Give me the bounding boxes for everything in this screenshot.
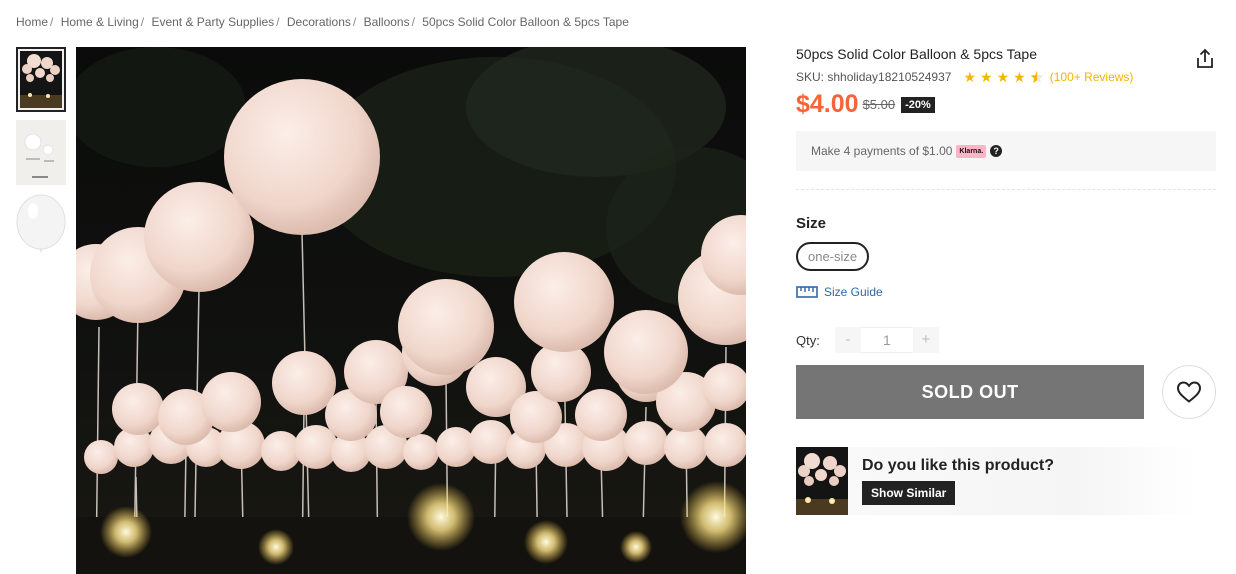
reviews-link[interactable]: (100+ Reviews) — [1050, 70, 1134, 84]
sku-rating-row: SKU: shholiday18210524937 ★ ★ ★ ★ (100+ … — [796, 70, 1216, 84]
rating-stars[interactable]: ★ ★ ★ ★ — [963, 69, 1044, 85]
product-title: 50pcs Solid Color Balloon & 5pcs Tape — [796, 46, 1038, 62]
balloons-photo — [76, 47, 746, 574]
like-thumbnail-image — [796, 447, 848, 515]
star-icon: ★ — [963, 69, 977, 85]
sale-price: $4.00 — [796, 90, 859, 118]
star-icon: ★ — [1013, 69, 1026, 85]
like-question: Do you like this product? — [862, 457, 1055, 474]
size-label: Size — [796, 215, 827, 232]
klarna-logo: Klarna. — [956, 144, 987, 158]
breadcrumb-home[interactable]: Home — [16, 15, 48, 29]
wishlist-button[interactable] — [1162, 365, 1216, 419]
quantity-input[interactable] — [860, 327, 913, 353]
size-guide-label: Size Guide — [824, 285, 883, 299]
breadcrumb-event-party[interactable]: Event & Party Supplies — [151, 15, 274, 29]
installments-box: Make 4 payments of $1.00 Klarna. ? — [796, 131, 1216, 171]
breadcrumb-separator: / — [352, 15, 357, 29]
half-star-icon — [1030, 70, 1044, 83]
thumbnail-2[interactable] — [16, 120, 66, 185]
main-product-image[interactable] — [76, 47, 746, 574]
thumbnail-balloon-info-image — [16, 120, 66, 185]
share-icon — [1197, 48, 1213, 68]
price-row: $4.00 $5.00 -20% — [796, 90, 1216, 119]
thumbnail-list — [16, 47, 66, 266]
quantity-stepper: - + — [834, 327, 939, 353]
breadcrumb-balloons[interactable]: Balloons — [364, 15, 410, 29]
divider — [796, 189, 1216, 190]
thumbnail-balloons-image — [20, 51, 62, 108]
star-icon: ★ — [996, 69, 1010, 85]
breadcrumb-home-living[interactable]: Home & Living — [61, 15, 139, 29]
like-product-thumbnail[interactable] — [796, 447, 848, 515]
like-text-group: Do you like this product? Show Similar — [862, 457, 1054, 505]
show-similar-button[interactable]: Show Similar — [862, 481, 956, 505]
share-button[interactable] — [1194, 48, 1216, 70]
breadcrumb-separator: / — [140, 15, 145, 29]
installments-text: Make 4 payments of $1.00 — [811, 144, 953, 158]
heart-icon — [1177, 381, 1202, 403]
help-icon[interactable]: ? — [990, 145, 1003, 157]
like-product-box: Do you like this product? Show Similar — [796, 447, 1196, 515]
breadcrumb-separator: / — [411, 15, 415, 29]
quantity-label: Qty: — [796, 332, 820, 348]
size-option-one-size[interactable]: one-size — [796, 242, 870, 271]
quantity-increase-button[interactable]: + — [912, 327, 939, 353]
breadcrumb: Home / Home & Living / Event & Party Suppl… — [16, 15, 629, 29]
breadcrumb-decorations[interactable]: Decorations — [287, 15, 351, 29]
breadcrumb-separator: / — [50, 15, 54, 29]
ruler-icon — [796, 286, 818, 298]
quantity-decrease-button[interactable]: - — [834, 327, 861, 353]
thumbnail-1[interactable] — [16, 47, 66, 112]
purchase-actions: SOLD OUT — [796, 365, 1216, 419]
sold-out-button[interactable]: SOLD OUT — [796, 365, 1145, 419]
breadcrumb-current: 50pcs Solid Color Balloon & 5pcs Tape — [422, 15, 629, 29]
sku-text: SKU: shholiday18210524937 — [796, 70, 952, 84]
star-icon: ★ — [980, 69, 993, 85]
breadcrumb-separator: / — [276, 15, 280, 29]
thumbnail-white-balloon-image — [16, 193, 66, 258]
thumbnail-3[interactable] — [16, 193, 66, 258]
size-guide-link[interactable]: Size Guide — [796, 285, 1216, 299]
quantity-row: Qty: - + — [796, 327, 1216, 353]
product-info-panel: 50pcs Solid Color Balloon & 5pcs Tape SK… — [796, 44, 1216, 515]
original-price: $5.00 — [862, 97, 896, 112]
discount-badge: -20% — [901, 96, 935, 113]
